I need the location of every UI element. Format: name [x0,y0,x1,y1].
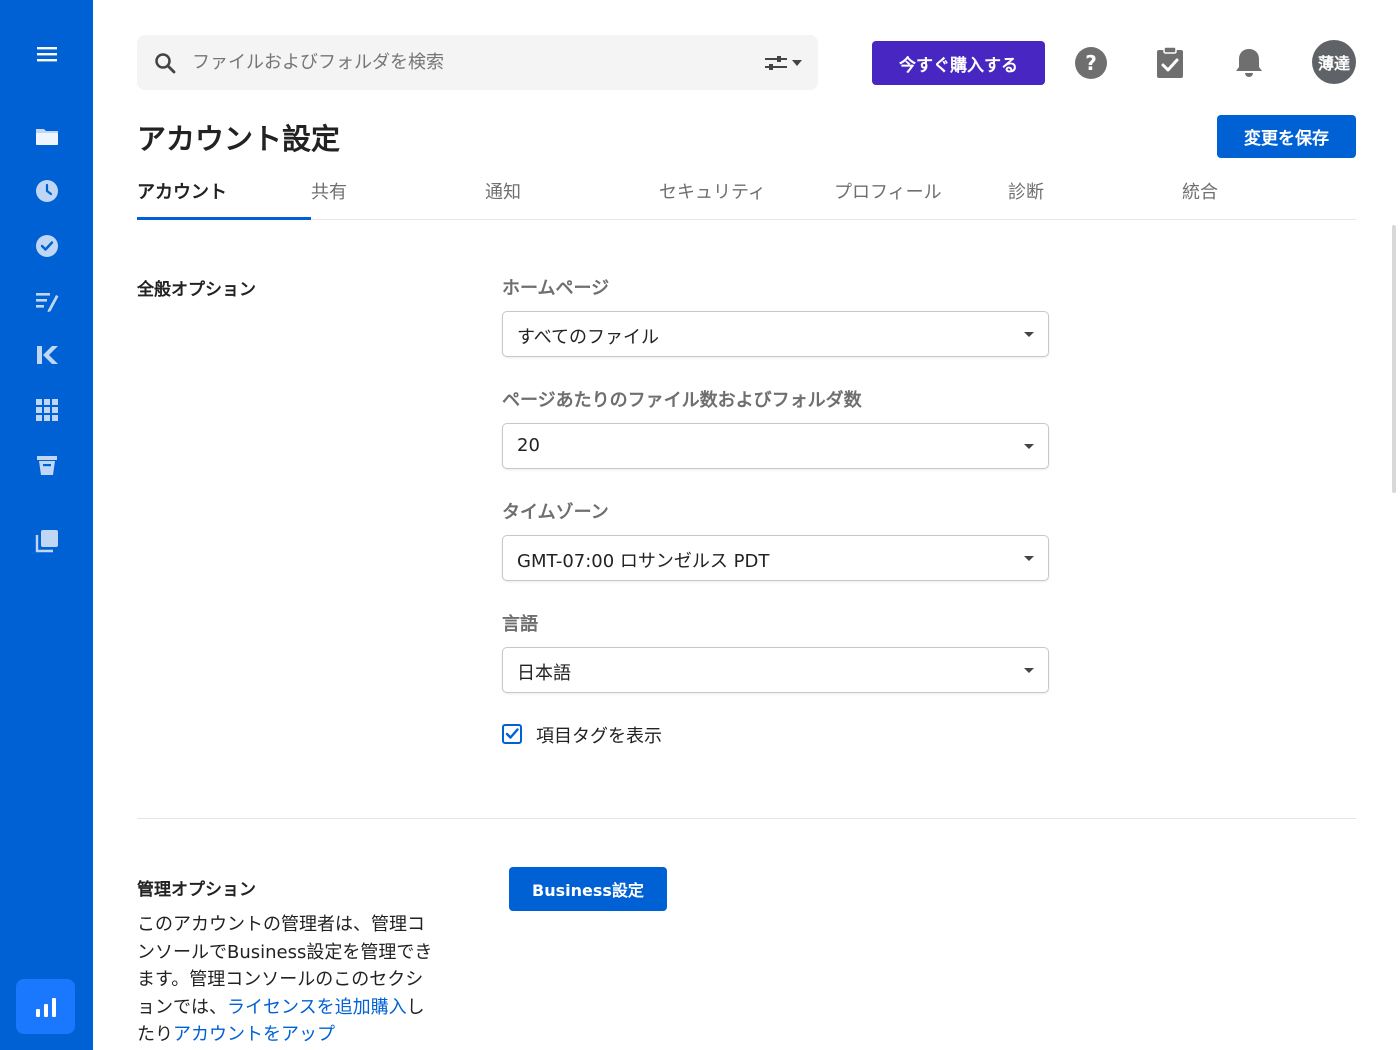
language-select[interactable]: 日本語 [502,647,1049,693]
svg-text:?: ? [1085,51,1097,75]
tasks-clipboard-icon[interactable] [1153,46,1187,80]
tab-profile[interactable]: プロフィール [834,178,942,204]
chevron-down-icon [792,60,802,66]
admin-description: このアカウントの管理者は、管理コンソールでBusiness設定を管理できます。管… [137,911,437,1049]
clock-icon[interactable] [34,178,60,204]
folder-icon[interactable] [34,123,60,149]
user-avatar[interactable]: 薄達 [1312,40,1356,84]
tab-account[interactable]: アカウント [137,178,227,204]
buy-licenses-link[interactable]: ライセンスを追加購入 [227,997,407,1018]
homepage-value: すべてのファイル [517,327,660,348]
language-value: 日本語 [517,663,571,684]
timezone-value: GMT-07:00 ロサンゼルス PDT [517,551,770,572]
homepage-select[interactable]: すべてのファイル [502,311,1049,357]
items-per-page-label: ページあたりのファイル数およびフォルダ数 [502,390,862,411]
admin-options-title: 管理オプション [137,880,256,900]
buy-now-button[interactable]: 今すぐ購入する [872,41,1045,85]
timezone-select[interactable]: GMT-07:00 ロサンゼルス PDT [502,535,1049,581]
caret-down-icon [1024,444,1034,449]
show-item-tags-label[interactable]: 項目タグを表示 [536,722,662,748]
search-filter-button[interactable] [758,51,802,75]
active-tab-indicator [137,217,311,220]
settings-tabs: アカウント 共有 通知 セキュリティ プロフィール 診断 統合 [137,170,1356,220]
homepage-label: ホームページ [502,278,610,299]
copy-icon[interactable] [34,528,60,554]
relay-icon[interactable] [34,342,60,368]
business-settings-button[interactable]: Business設定 [509,867,667,911]
timezone-label: タイムゾーン [502,502,609,523]
page-scrollbar[interactable] [1392,225,1396,493]
caret-down-icon [1024,332,1034,337]
caret-down-icon [1024,668,1034,673]
save-changes-button[interactable]: 変更を保存 [1217,115,1356,158]
insights-button[interactable] [16,979,75,1034]
search-bar[interactable] [137,35,818,90]
general-options-title: 全般オプション [137,280,256,300]
apps-grid-icon[interactable] [34,397,60,423]
tab-integrations[interactable]: 統合 [1182,178,1218,204]
search-input[interactable] [192,35,732,90]
insights-chart-icon [35,997,56,1017]
tab-diagnostics[interactable]: 診断 [1008,178,1044,204]
show-item-tags-checkbox[interactable] [502,724,522,744]
upgrade-account-link[interactable]: アカウントをアップ [173,1024,335,1045]
items-per-page-select[interactable]: 20 [502,423,1049,469]
search-icon [155,53,176,74]
items-per-page-value: 20 [517,435,540,456]
help-icon[interactable]: ? [1074,46,1108,80]
notification-bell-icon[interactable] [1232,46,1266,80]
notes-icon[interactable] [34,288,60,314]
trash-icon[interactable] [34,452,60,478]
tab-sharing[interactable]: 共有 [311,178,347,204]
checkmark-icon [505,728,519,739]
tab-notifications[interactable]: 通知 [485,178,521,204]
page-title: アカウント設定 [137,122,341,156]
tab-security[interactable]: セキュリティ [659,178,766,204]
caret-down-icon [1024,556,1034,561]
filter-sliders-icon [765,56,787,70]
hamburger-menu-icon[interactable] [34,41,60,67]
check-circle-icon[interactable] [34,233,60,259]
language-label: 言語 [502,614,538,635]
sidebar [0,0,93,1050]
section-divider [137,818,1356,819]
